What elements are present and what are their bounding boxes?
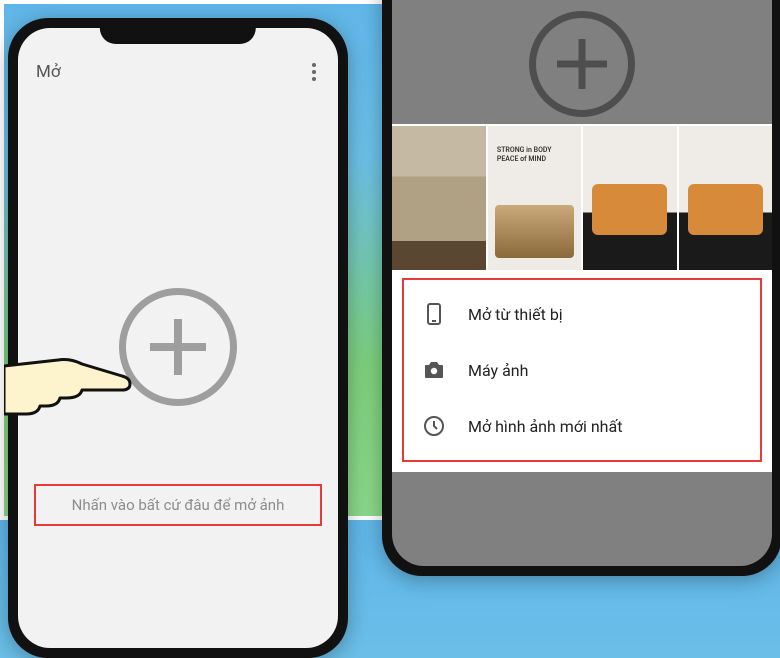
recent-photos-row: STRONG in BODY PEACE of MIND: [392, 124, 772, 272]
top-bar: Mở: [18, 28, 338, 92]
menu-highlight: Mở từ thiết bị Máy ảnh: [402, 278, 762, 462]
plus-icon: [119, 288, 237, 406]
photo-thumbnail[interactable]: [392, 126, 486, 270]
screen-left: Mở Nhấn vào bất cứ đâu để mở ảnh: [18, 28, 338, 648]
photo-thumbnail[interactable]: [583, 126, 677, 270]
phone-icon: [422, 302, 446, 326]
photo-wall-text: STRONG in BODY PEACE of MIND: [497, 146, 552, 163]
screen-right: STRONG in BODY PEACE of MIND Mở từ thiết…: [392, 0, 772, 566]
menu-item-label: Máy ảnh: [468, 361, 528, 380]
phone-frame-left: Mở Nhấn vào bất cứ đâu để mở ảnh: [8, 18, 348, 658]
clock-icon: [422, 414, 446, 438]
menu-item-label: Mở từ thiết bị: [468, 305, 563, 324]
menu-item-label: Mở hình ảnh mới nhất: [468, 417, 622, 436]
phone-frame-right: STRONG in BODY PEACE of MIND Mở từ thiết…: [382, 0, 780, 576]
photo-thumbnail[interactable]: STRONG in BODY PEACE of MIND: [488, 126, 582, 270]
overflow-menu-button[interactable]: [312, 63, 320, 81]
open-hint-text: Nhấn vào bất cứ đâu để mở ảnh: [72, 496, 285, 514]
menu-item-camera[interactable]: Máy ảnh: [408, 342, 760, 398]
plus-icon: [529, 11, 635, 117]
open-image-menu: Mở từ thiết bị Máy ảnh: [392, 272, 772, 472]
pointing-hand-icon: [4, 340, 132, 420]
camera-icon: [422, 358, 446, 382]
page-title: Mở: [36, 62, 61, 82]
menu-item-open-latest[interactable]: Mở hình ảnh mới nhất: [408, 398, 760, 454]
photo-thumbnail[interactable]: [679, 126, 773, 270]
menu-item-open-from-device[interactable]: Mở từ thiết bị: [408, 286, 760, 342]
dimmed-background[interactable]: [392, 0, 772, 124]
